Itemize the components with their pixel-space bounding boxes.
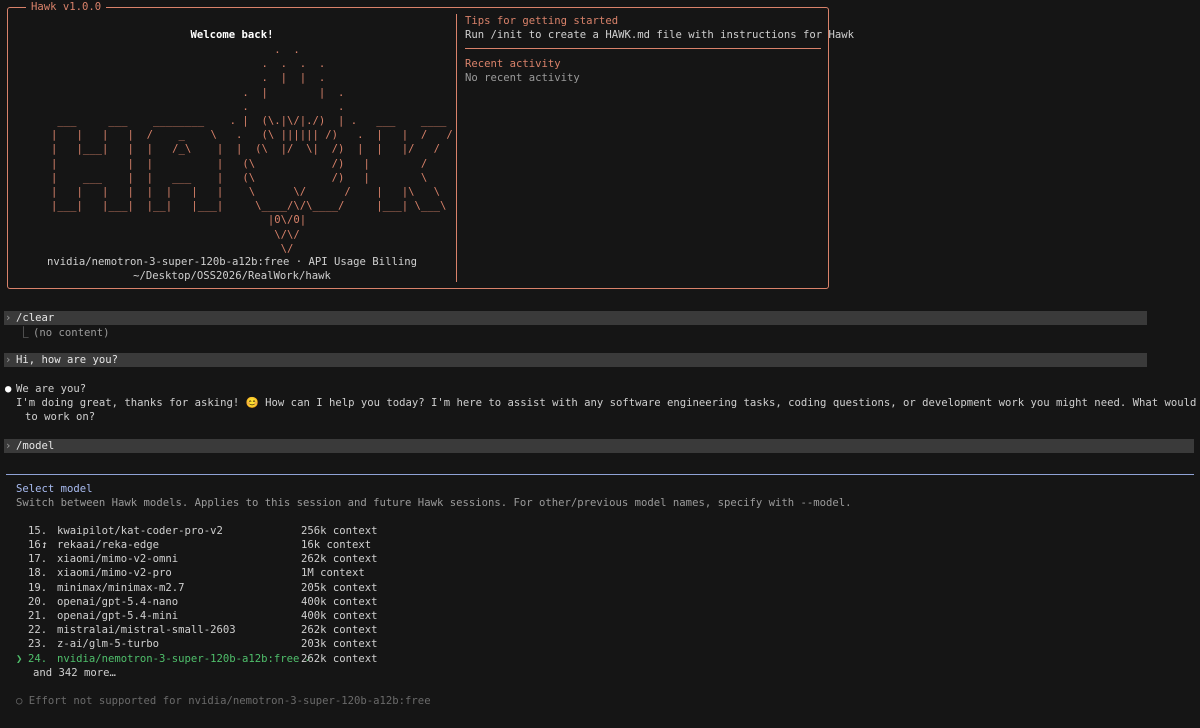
model-option-number: 16. [28, 539, 48, 551]
tree-branch-icon: ⎿ [18, 327, 29, 339]
panel-divider [456, 14, 457, 282]
tips-divider [465, 48, 821, 49]
model-option-name-selected[interactable]: nvidia/nemotron-3-super-120b-a12b:free ✓ [57, 652, 312, 666]
welcome-heading: Welcome back! [190, 29, 274, 41]
assistant-bullet-icon: ● [5, 383, 12, 395]
picker-subtitle: Switch between Hawk models. Applies to t… [16, 497, 852, 509]
model-option-context: 262k context [301, 624, 378, 636]
more-models-text: and 342 more… [33, 667, 116, 679]
model-option-name[interactable]: rekaai/reka-edge [57, 538, 159, 552]
assistant-response-line1: I'm doing great, thanks for asking! 😊 Ho… [16, 397, 1200, 409]
prompt-chevron-icon: › [5, 312, 12, 324]
model-option-name[interactable]: z-ai/glm-5-turbo [57, 637, 159, 651]
user-message: Hi, how are you? [16, 354, 119, 366]
model-option-context: 262k context [301, 553, 378, 565]
command-clear-row: › /clear [4, 311, 1147, 325]
model-option-context: 400k context [301, 596, 378, 608]
model-option-number: 20. [28, 596, 48, 608]
app-title: Hawk v1.0.0 [26, 0, 107, 15]
model-option-name[interactable]: openai/gpt-5.4-nano [57, 595, 178, 609]
model-option-context: 203k context [301, 638, 378, 650]
model-option-context: 1M context [301, 567, 365, 579]
model-option-number: 22. [28, 624, 48, 636]
tips-text: Run /init to create a HAWK.md file with … [465, 29, 855, 41]
recent-activity-title: Recent activity [465, 58, 561, 70]
command-text: /clear [16, 312, 55, 324]
model-option-number: 24. [28, 653, 48, 665]
user-message-row: › Hi, how are you? [4, 353, 1147, 367]
picker-title: Select model [16, 483, 93, 495]
command-text: /model [16, 440, 55, 452]
model-option-context: 400k context [301, 610, 378, 622]
model-option-name[interactable]: minimax/minimax-m2.7 [57, 581, 185, 595]
model-option-name[interactable]: mistralai/mistral-small-2603 [57, 623, 236, 637]
model-option-number: 18. [28, 567, 48, 579]
prompt-chevron-icon: › [5, 354, 12, 366]
model-option-number: 15. [28, 525, 48, 537]
assistant-response-line2: to work on? [25, 411, 96, 423]
prompt-chevron-icon: › [5, 440, 12, 452]
effort-note: ○ Effort not supported for nvidia/nemotr… [16, 695, 431, 707]
recent-activity-text: No recent activity [465, 72, 580, 84]
selected-chevron-icon: ❯ [16, 653, 23, 665]
assistant-heading: We are you? [16, 383, 87, 395]
tips-title: Tips for getting started [465, 15, 619, 27]
model-option-number: 17. [28, 553, 48, 565]
model-option-name[interactable]: openai/gpt-5.4-mini [57, 609, 178, 623]
model-option-context: 256k context [301, 525, 378, 537]
working-directory: ~/Desktop/OSS2026/RealWork/hawk [133, 270, 331, 282]
model-option-number: 23. [28, 638, 48, 650]
model-option-number: 21. [28, 610, 48, 622]
picker-separator [6, 474, 1194, 475]
command-output: (no content) [33, 327, 110, 339]
hawk-ascii-logo: . . . . . . . | | . . | | . . . ___ ___ [51, 44, 453, 255]
model-option-name[interactable]: kwaipilot/kat-coder-pro-v2 [57, 524, 223, 538]
model-option-context: 205k context [301, 582, 378, 594]
model-option-name[interactable]: xiaomi/mimo-v2-pro [57, 566, 172, 580]
command-model-row: › /model [4, 439, 1194, 453]
model-option-number: 19. [28, 582, 48, 594]
model-option-name[interactable]: xiaomi/mimo-v2-omni [57, 552, 178, 566]
model-option-context: 262k context [301, 653, 378, 665]
model-option-context: 16k context [301, 539, 372, 551]
model-billing-line: nvidia/nemotron-3-super-120b-a12b:free ·… [47, 256, 417, 268]
